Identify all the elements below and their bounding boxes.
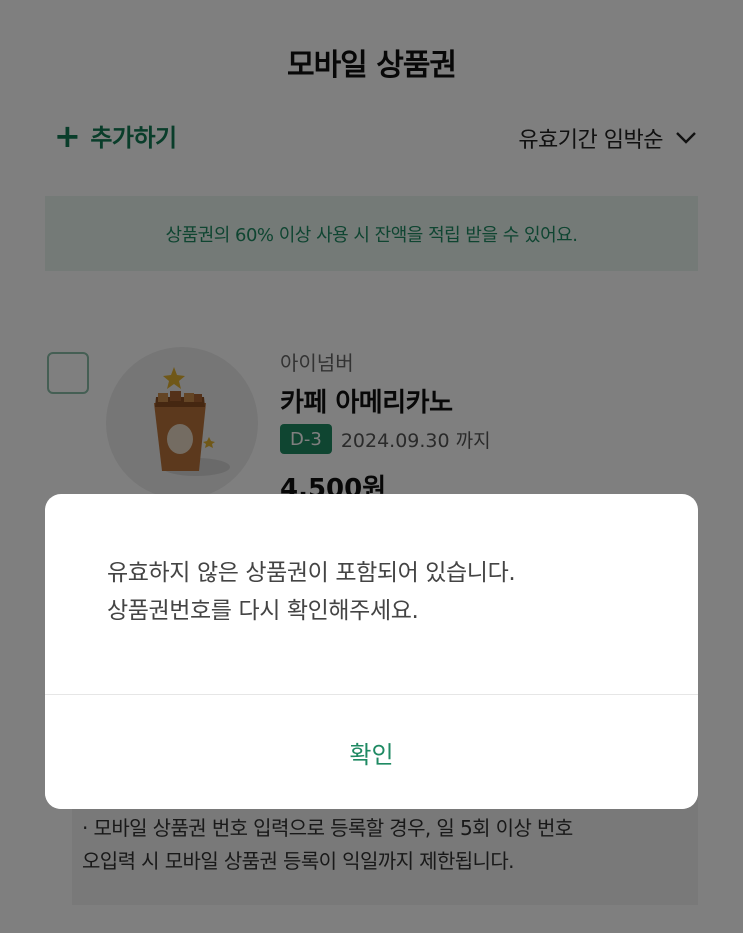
invalid-gift-card-dialog: 유효하지 않은 상품권이 포함되어 있습니다. 상품권번호를 다시 확인해주세요… (45, 494, 698, 809)
dialog-message-line-1: 유효하지 않은 상품권이 포함되어 있습니다. (107, 560, 516, 586)
confirm-button[interactable]: 확인 (45, 695, 698, 809)
dialog-message: 유효하지 않은 상품권이 포함되어 있습니다. 상품권번호를 다시 확인해주세요… (107, 554, 667, 630)
dialog-message-line-2: 상품권번호를 다시 확인해주세요. (107, 598, 419, 624)
